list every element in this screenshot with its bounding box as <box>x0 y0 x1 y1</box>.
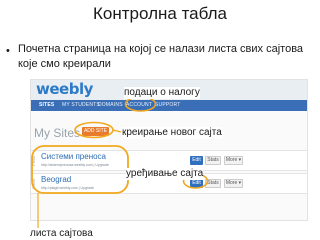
weebly-dashboard-screenshot: weebly SITES MY STUDENTS DOMAINS ACCOUNT… <box>30 79 308 221</box>
nav-item-support[interactable]: SUPPORT <box>155 102 180 109</box>
annotation-create-site: креирање новог сајта <box>122 127 222 139</box>
nav-item-account[interactable]: ACCOUNT <box>126 102 152 109</box>
site-name-link[interactable]: Beograd <box>41 175 71 184</box>
free-plan-tag: FREE <box>31 155 36 167</box>
annotation-account-info: подаци о налогу <box>124 87 200 99</box>
edit-site-button[interactable]: Edit <box>190 179 203 188</box>
bullet-text: Почетна страница на којој се налази лист… <box>18 43 304 70</box>
weebly-logo: weebly <box>36 80 93 98</box>
my-sites-heading: My Sites <box>34 126 81 140</box>
add-site-button[interactable]: ADD SITE <box>82 127 109 136</box>
dashboard-nav-bar: SITES MY STUDENTS DOMAINS ACCOUNT SUPPOR… <box>31 100 307 111</box>
nav-item-my-students[interactable]: MY STUDENTS <box>62 102 100 109</box>
bullet-marker: • <box>6 45 10 57</box>
annotation-edit-site: уређивање сајта <box>126 168 204 180</box>
more-dropdown-button[interactable]: More ▾ <box>224 179 243 188</box>
nav-item-sites[interactable]: SITES <box>39 102 54 109</box>
site-url[interactable]: http://sistemiprenosa.weebly.com | Upgra… <box>41 163 109 167</box>
stats-button[interactable]: Stats <box>205 179 221 188</box>
site-url[interactable]: http://ptagb.weebly.com | Upgrade <box>41 186 94 190</box>
nav-item-domains[interactable]: DOMAINS <box>98 102 123 109</box>
more-dropdown-button[interactable]: More ▾ <box>224 156 243 165</box>
edit-site-button[interactable]: Edit <box>190 156 203 165</box>
free-plan-tag: FREE <box>31 178 36 190</box>
slide-title: Контролна табла <box>93 4 227 23</box>
annotation-site-list: листа сајтова <box>30 228 93 240</box>
stats-button[interactable]: Stats <box>205 156 221 165</box>
site-name-link[interactable]: Системи преноса <box>41 152 106 161</box>
